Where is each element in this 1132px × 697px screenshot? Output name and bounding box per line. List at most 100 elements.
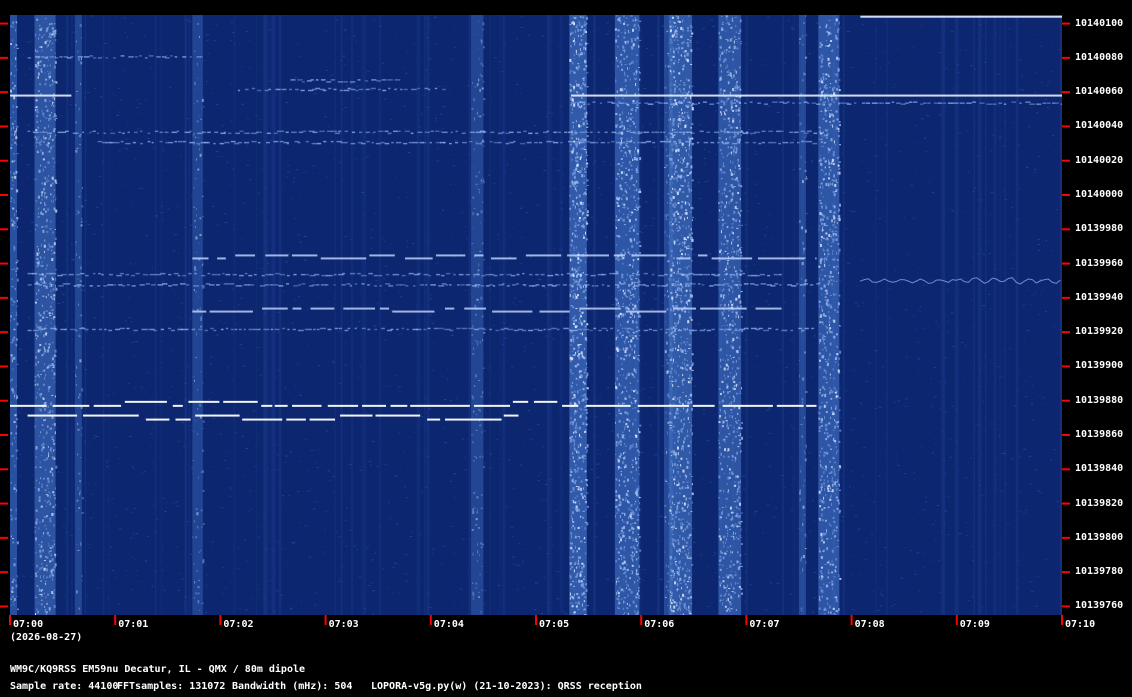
noise-column-6 (614, 15, 642, 615)
y-tick-right-4 (1062, 159, 1070, 162)
x-tick-label: 07:00 (13, 619, 44, 630)
y-tick-left-8 (0, 296, 8, 299)
y-tick-left-13 (0, 468, 8, 471)
x-tick-7 (745, 615, 748, 625)
signal-trace-13 (290, 79, 401, 83)
y-tick-label: 10139920 (1075, 326, 1124, 338)
y-tick-right-9 (1062, 331, 1070, 334)
waterfall-svg (10, 15, 1062, 615)
y-tick-left-4 (0, 159, 8, 162)
noise-column-11 (818, 15, 842, 615)
y-tick-right-6 (1062, 228, 1070, 231)
noise-column-3 (192, 15, 205, 615)
y-tick-left-15 (0, 536, 8, 539)
y-tick-left-9 (0, 331, 8, 334)
y-tick-right-7 (1062, 262, 1070, 265)
x-tick-label: 07:09 (959, 619, 990, 630)
y-tick-label: 10139840 (1075, 463, 1124, 475)
y-tick-label: 10140040 (1075, 120, 1124, 132)
x-tick-label: 07:04 (433, 619, 464, 630)
y-tick-label: 10140020 (1075, 154, 1124, 166)
y-tick-right-11 (1062, 399, 1070, 402)
y-tick-label: 10139880 (1075, 394, 1124, 406)
y-tick-label: 10139900 (1075, 360, 1124, 372)
y-tick-label: 10139780 (1075, 566, 1124, 578)
y-tick-left-2 (0, 91, 8, 94)
noise-column-9 (718, 15, 744, 615)
y-tick-right-2 (1062, 91, 1070, 94)
y-tick-right-17 (1062, 605, 1070, 608)
date-label: (2026-08-27) (10, 632, 83, 643)
x-tick-label: 07:05 (539, 619, 570, 630)
signal-trace-10 (97, 140, 818, 145)
y-tick-label: 10140000 (1075, 189, 1124, 200)
signal-trace-14 (859, 277, 1061, 285)
signal-trace-0 (10, 400, 817, 407)
x-tick-4 (429, 615, 432, 625)
noise-column-1 (34, 15, 58, 615)
y-tick-label: 10140100 (1075, 17, 1124, 29)
y-tick-left-6 (0, 228, 8, 231)
signal-trace-9 (27, 130, 818, 135)
y-tick-left-3 (0, 125, 8, 128)
y-tick-left-16 (0, 571, 8, 574)
y-tick-right-13 (1062, 468, 1070, 471)
signal-trace-15 (860, 15, 1062, 18)
x-tick-1 (114, 615, 117, 625)
y-tick-left-10 (0, 365, 8, 368)
y-tick-label: 10139960 (1075, 257, 1124, 269)
sample-rate-label: Sample rate: 44100 (10, 681, 119, 692)
x-tick-5 (535, 615, 537, 625)
y-tick-left-1 (0, 56, 8, 59)
noise-column-0 (10, 15, 20, 615)
y-tick-right-10 (1062, 365, 1070, 368)
x-tick-label: 07:10 (1065, 619, 1096, 630)
y-tick-label: 10140080 (1075, 51, 1124, 63)
software-label: LOPORA-v5g.py(w) (21-10-2023): QRSS rece… (371, 681, 642, 692)
y-tick-right-15 (1062, 536, 1070, 539)
background-noise (10, 15, 1062, 615)
noise-column-4 (471, 15, 486, 615)
y-tick-label: 10139800 (1075, 531, 1124, 543)
y-tick-left-0 (0, 22, 8, 25)
x-tick-2 (219, 615, 222, 625)
noise-column-2 (74, 15, 84, 615)
y-tick-left-11 (0, 399, 8, 402)
x-tick-6 (640, 615, 643, 625)
y-tick-right-12 (1062, 434, 1070, 436)
waterfall-plot (10, 15, 1062, 615)
x-tick-label: 07:02 (223, 619, 254, 630)
y-tick-label: 10139860 (1075, 429, 1124, 440)
y-tick-right-0 (1062, 22, 1070, 25)
y-tick-left-5 (0, 194, 8, 196)
noise-column-10 (799, 15, 808, 615)
x-tick-label: 07:03 (328, 619, 359, 630)
x-tick-label: 07:08 (854, 619, 885, 630)
x-tick-label: 07:06 (644, 619, 675, 630)
y-tick-label: 10139760 (1075, 600, 1124, 612)
signal-trace-2 (10, 94, 72, 97)
x-tick-label: 07:01 (118, 619, 149, 630)
signal-trace-3 (571, 94, 1062, 97)
y-tick-left-7 (0, 262, 8, 265)
x-tick-10 (1061, 615, 1063, 625)
y-tick-right-3 (1062, 125, 1070, 128)
x-tick-label: 07:07 (749, 619, 780, 630)
x-tick-8 (850, 615, 853, 625)
y-tick-label: 10139940 (1075, 291, 1124, 303)
signal-trace-7 (27, 283, 820, 287)
y-tick-left-14 (0, 502, 8, 505)
y-tick-left-12 (0, 434, 8, 436)
station-label: WM9C/KQ9RSS EM59nu Decatur, IL - QMX / 8… (10, 664, 306, 675)
y-tick-label: 10139820 (1075, 497, 1124, 509)
y-tick-right-14 (1062, 502, 1070, 505)
x-tick-9 (955, 615, 958, 625)
noise-column-8 (669, 15, 694, 615)
x-tick-3 (324, 615, 327, 625)
bandwidth-label: Bandwidth (mHz): 504 (232, 681, 353, 692)
y-tick-left-17 (0, 605, 8, 608)
x-tick-0 (9, 615, 11, 625)
y-tick-label: 10139980 (1075, 223, 1124, 235)
y-tick-right-1 (1062, 56, 1070, 59)
y-tick-right-16 (1062, 571, 1070, 574)
